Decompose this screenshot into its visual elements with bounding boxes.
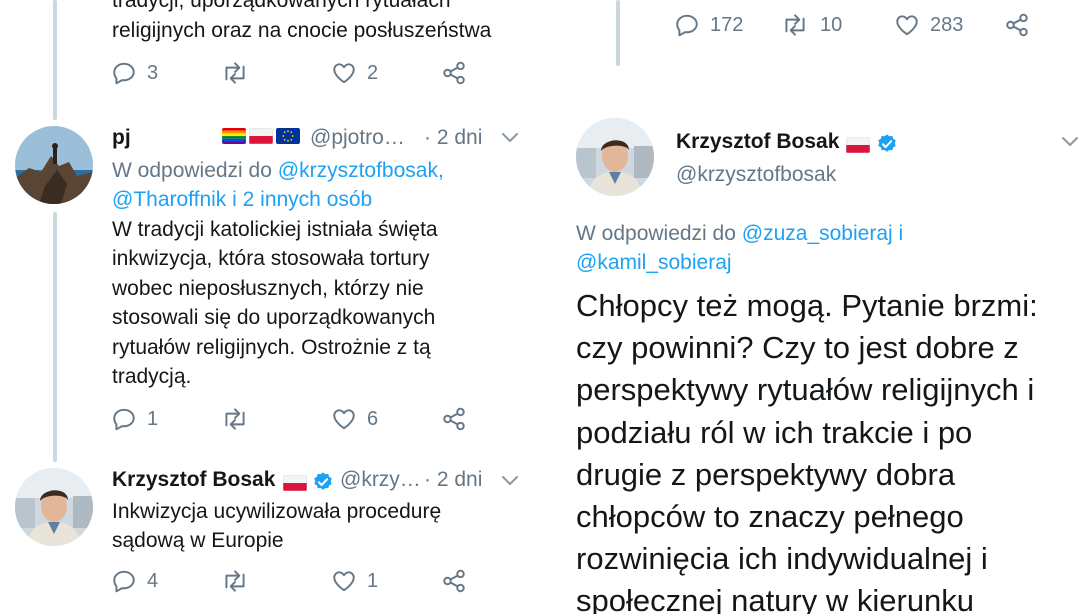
thread-line-top <box>616 0 620 66</box>
flag-eu-icon <box>276 128 300 144</box>
like-button[interactable]: 283 <box>894 12 963 38</box>
reply-icon <box>676 14 698 37</box>
flag-poland-icon <box>283 474 307 491</box>
retweet-icon <box>225 62 245 84</box>
tweet-text-line: rytuałów religijnych. Ostrożnie z tą <box>112 336 431 359</box>
verified-icon <box>878 134 896 152</box>
share-icon <box>443 569 465 593</box>
reply-count: 3 <box>147 61 159 84</box>
like-count: 1 <box>367 569 379 592</box>
tweet-text-line: Inkwizycja ucywilizowała procedurę <box>112 500 442 523</box>
right-tweet-panel: 172 10 283 Krzysztof Bosak @krzysztofbos… <box>548 0 1091 614</box>
tweet-text-line: chłopców to znaczy pełnego <box>576 499 964 534</box>
retweet-button[interactable] <box>220 568 250 594</box>
mention-link[interactable]: @krzysztofbosak, <box>278 159 444 182</box>
left-thread-panel: tradycji, uporządkowanych rytuałach reli… <box>0 0 545 614</box>
share-button[interactable] <box>441 406 467 432</box>
tweet-text-line: W tradycji katolickiej istniała święta <box>112 218 438 241</box>
verified-icon <box>314 472 332 490</box>
tweet-text-line: rozwinięcia ich indywidualnej i <box>576 541 988 576</box>
like-button[interactable]: 2 <box>331 60 378 86</box>
reply-count: 1 <box>147 407 159 430</box>
like-button[interactable]: 6 <box>331 406 378 432</box>
reply-icon <box>113 408 135 431</box>
tweet-text-line: inkwizycja, która stosowała tortury <box>112 247 430 270</box>
reply-icon <box>113 570 135 593</box>
retweet-button[interactable] <box>220 406 250 432</box>
author-handle[interactable]: @krzy… <box>340 468 421 492</box>
tweet-text-line: perspektywy rytuałów religijnych i <box>576 372 1035 407</box>
avatar-krzysztof-bosak[interactable] <box>576 118 654 196</box>
share-button[interactable] <box>441 60 467 86</box>
tweet-text-line: tradycją. <box>112 365 192 388</box>
flags-emoji <box>222 128 300 144</box>
author-name[interactable]: Krzysztof Bosak <box>112 468 275 492</box>
retweet-count: 10 <box>820 13 843 36</box>
retweet-button[interactable]: 10 <box>780 12 842 38</box>
chevron-down-icon <box>1062 137 1078 146</box>
like-count: 2 <box>367 61 379 84</box>
share-icon <box>443 61 465 85</box>
tweet-text-line: społecznej natury w kierunku <box>576 583 975 614</box>
tweet-text-line: podziału ról w ich trakcie i po <box>576 415 973 450</box>
reply-context: W odpowiedzi do @krzysztofbosak, <box>112 157 444 184</box>
share-icon <box>1006 13 1028 37</box>
reply-icon <box>113 62 135 85</box>
tweet-text-line: stosowali się do uporządkowanych <box>112 306 436 329</box>
reply-button[interactable]: 1 <box>111 406 158 432</box>
like-button[interactable]: 1 <box>331 568 378 594</box>
author-name[interactable]: pj <box>112 126 131 150</box>
reply-button[interactable]: 4 <box>111 568 158 594</box>
reply-button[interactable]: 172 <box>674 12 743 38</box>
like-icon <box>896 15 918 36</box>
tweet-time[interactable]: · 2 dni <box>424 126 482 150</box>
thread-line-top <box>53 0 57 120</box>
verified-badge <box>876 133 898 160</box>
author-handle[interactable]: @krzysztofbosak <box>676 163 836 187</box>
chevron-down-icon <box>502 476 518 485</box>
flag-poland-icon <box>249 128 273 144</box>
author-handle[interactable]: @pjotro… <box>310 126 405 150</box>
reply-prefix: W odpowiedzi do <box>112 159 272 182</box>
tweet-time[interactable]: · 2 dni <box>424 468 482 492</box>
reply-button[interactable]: 3 <box>111 60 158 86</box>
tweet-menu-button[interactable] <box>1060 134 1080 153</box>
like-count: 6 <box>367 407 379 430</box>
tweet-text-line: religijnych oraz na cnocie posłuszeństwa <box>112 19 492 42</box>
flag-rainbow-icon <box>222 128 246 144</box>
tweet-text-line: Chłopcy też mogą. Pytanie brzmi: <box>576 288 1038 323</box>
retweet-icon <box>225 408 245 430</box>
chevron-down-icon <box>502 133 518 142</box>
tweet-menu-button[interactable] <box>500 130 520 149</box>
verified-badge <box>312 471 334 498</box>
like-count: 283 <box>930 13 964 36</box>
reply-prefix: W odpowiedzi do <box>576 222 736 245</box>
tweet-text-line: sądową w Europie <box>112 529 284 552</box>
tweet-text-line: wobec nieposłusznych, którzy nie <box>112 277 424 300</box>
thread-line <box>53 212 57 462</box>
share-button[interactable] <box>441 568 467 594</box>
retweet-icon <box>785 14 805 36</box>
share-button[interactable] <box>1004 12 1030 38</box>
tweet-text-line: drugie z perspektywy dobra <box>576 457 956 492</box>
like-icon <box>333 63 355 84</box>
share-icon <box>443 407 465 431</box>
avatar-pj[interactable] <box>15 126 93 204</box>
reply-context: W odpowiedzi do @zuza_sobieraj i <box>576 220 903 247</box>
tweet-text-line: czy powinni? Czy to jest dobre z <box>576 330 1019 365</box>
like-icon <box>333 409 355 430</box>
retweet-button[interactable] <box>220 60 250 86</box>
author-name[interactable]: Krzysztof Bosak <box>676 130 839 154</box>
mention-link[interactable]: @zuza_sobieraj i <box>742 222 903 245</box>
mention-link[interactable]: @kamil_sobieraj <box>576 249 732 276</box>
retweet-icon <box>225 570 245 592</box>
avatar-krzysztof-bosak[interactable] <box>15 468 93 546</box>
reply-count: 4 <box>147 569 159 592</box>
reply-count: 172 <box>710 13 744 36</box>
flag-poland-icon <box>846 136 870 153</box>
like-icon <box>333 571 355 592</box>
tweet-text-line: tradycji, uporządkowanych rytuałach <box>112 0 451 12</box>
mention-link[interactable]: @Tharoffnik i 2 innych osób <box>112 186 372 213</box>
tweet-menu-button[interactable] <box>500 473 520 492</box>
